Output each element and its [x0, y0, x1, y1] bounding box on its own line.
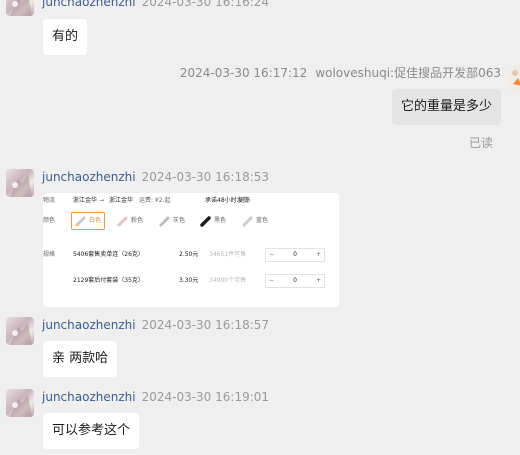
- message-meta: junchaozhenzhi 2024-03-30 16:16:24: [42, 0, 269, 10]
- avatar[interactable]: [6, 0, 34, 16]
- avatar[interactable]: [6, 317, 34, 345]
- spec-price: 3.30元: [179, 277, 199, 284]
- minus-icon: −: [269, 277, 275, 284]
- quantity-value: 0: [293, 251, 297, 258]
- arrow-right-icon: →: [99, 197, 105, 204]
- color-swatch: 黑色: [196, 212, 230, 230]
- message-bubble[interactable]: 有的: [43, 19, 88, 55]
- sender-name[interactable]: woloveshuqi:促佳搜品开发部063: [315, 66, 501, 80]
- quantity-stepper: − 0 +: [265, 274, 325, 288]
- sender-name[interactable]: junchaozhenzhi: [42, 170, 136, 184]
- spec-label: 规格: [43, 251, 56, 258]
- plus-icon: +: [315, 251, 321, 258]
- color-swatch: 粉色: [113, 212, 147, 230]
- ship-to: 浙江金华: [109, 197, 134, 204]
- timestamp: 2024-03-30 16:19:01: [141, 390, 270, 404]
- product-thumb-icon: [242, 216, 253, 227]
- spec-name: 5406套售卖单连（26克）: [73, 251, 144, 258]
- product-thumb-icon: [200, 216, 211, 227]
- message-text: 它的重量是多少: [400, 99, 492, 114]
- spec-price: 2.50元: [179, 251, 199, 258]
- avatar[interactable]: [6, 389, 34, 417]
- timestamp: 2024-03-30 16:18:57: [141, 318, 270, 332]
- product-thumb-icon: [75, 216, 86, 227]
- message-meta: junchaozhenzhi 2024-03-30 16:18:53: [42, 169, 269, 185]
- quantity-value: 0: [293, 277, 297, 284]
- color-swatch: 白色: [71, 212, 106, 230]
- message-bubble[interactable]: 它的重量是多少: [391, 89, 501, 125]
- more-link: 更多: [239, 197, 252, 204]
- timestamp: 2024-03-30 16:16:24: [141, 0, 270, 9]
- plus-icon: +: [315, 277, 321, 284]
- message-meta: junchaozhenzhi 2024-03-30 16:19:01: [42, 389, 269, 405]
- color-swatch: 蓝色: [238, 212, 272, 230]
- message-text: 有的: [52, 29, 79, 44]
- ship-from: 浙江金华: [73, 197, 98, 204]
- minus-icon: −: [269, 251, 275, 258]
- message-meta: 2024-03-30 16:17:12 woloveshuqi:促佳搜品开发部06…: [180, 65, 501, 81]
- sender-name[interactable]: junchaozhenzhi: [42, 390, 136, 404]
- color-name: 白色: [89, 217, 102, 224]
- read-status: 已读: [468, 136, 493, 150]
- message-bubble[interactable]: 亲 两款哈: [43, 341, 118, 377]
- message-text: 亲 两款哈: [52, 351, 109, 366]
- color-name: 粉色: [131, 217, 144, 224]
- quantity-stepper: − 0 +: [265, 248, 325, 262]
- shipping-label: 物流: [43, 197, 56, 204]
- color-name: 黑色: [214, 217, 227, 224]
- spec-stock: 34651件可售: [209, 251, 247, 258]
- message-bubble[interactable]: 可以参考这个: [43, 413, 140, 449]
- color-label: 颜色: [43, 217, 56, 224]
- color-name: 灰色: [173, 217, 186, 224]
- spec-name: 2129套后付套装（35克）: [73, 277, 144, 284]
- avatar[interactable]: [6, 169, 34, 197]
- freight: 运费: ¥2.起: [139, 197, 171, 204]
- spec-stock: 34900个可售: [209, 277, 247, 284]
- image-message[interactable]: 物流 浙江金华 → 浙江金华 运费: ¥2.起 承诺48小时发货 更多 颜色 白…: [43, 193, 339, 307]
- color-swatch: 灰色: [155, 212, 189, 230]
- product-thumb-icon: [117, 216, 128, 227]
- product-thumb-icon: [159, 216, 170, 227]
- avatar[interactable]: [509, 64, 520, 92]
- message-meta: junchaozhenzhi 2024-03-30 16:18:57: [42, 317, 269, 333]
- color-name: 蓝色: [256, 217, 269, 224]
- message-text: 可以参考这个: [52, 423, 131, 438]
- timestamp: 2024-03-30 16:18:53: [141, 170, 270, 184]
- sender-name[interactable]: junchaozhenzhi: [42, 318, 136, 332]
- sender-name[interactable]: junchaozhenzhi: [42, 0, 136, 9]
- timestamp: 2024-03-30 16:17:12: [179, 66, 308, 80]
